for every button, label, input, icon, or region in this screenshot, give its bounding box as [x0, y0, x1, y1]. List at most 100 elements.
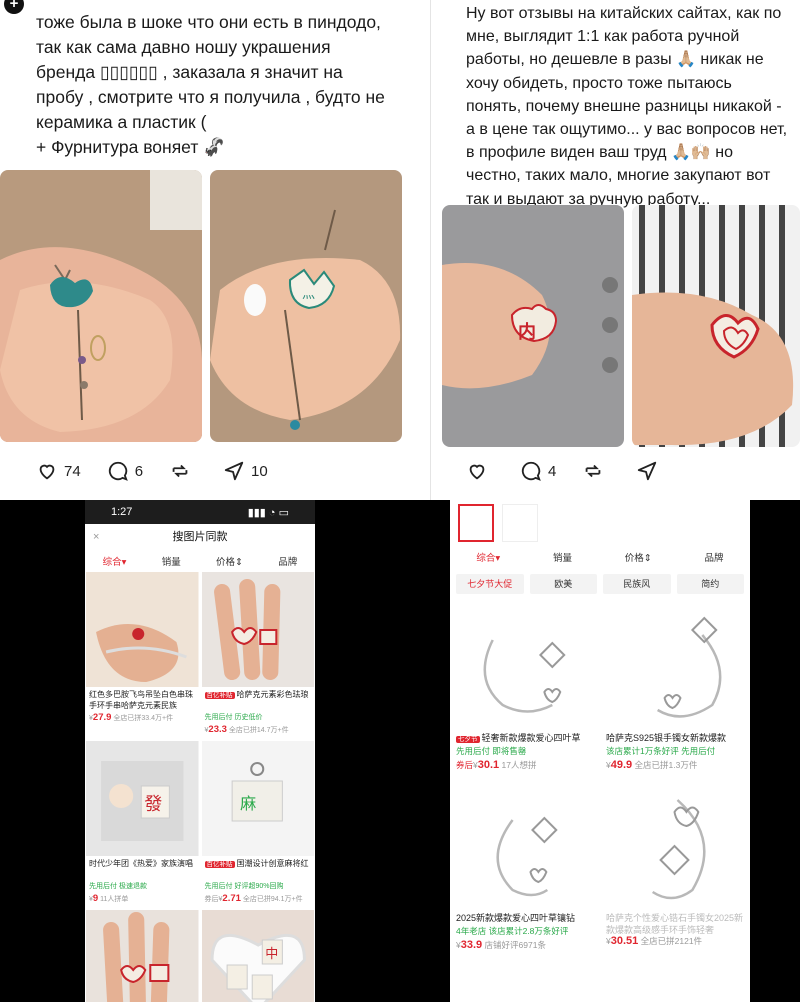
review-photo-ring-hand[interactable]: 内: [442, 205, 624, 447]
product-title-wrap: 百亿补贴 国潮设计创意麻将红: [202, 856, 315, 880]
product-card[interactable]: 红色多巴胺飞鸟吊坠白色串珠手环手串哈萨克元素民族 ¥27.9 全店已拼33.4万…: [86, 572, 199, 738]
product-price: 券后¥30.1 17人想拼: [456, 759, 537, 771]
product-image: [201, 572, 314, 687]
post-line: бренда ▯▯▯▯▯▯ , заказала я значит на: [36, 62, 343, 82]
sort-tabs: 综合▾ 销量 价格⇕ 品牌: [450, 546, 750, 568]
product-title: 国潮设计创意麻将红: [236, 859, 309, 868]
like-button[interactable]: 74: [36, 460, 81, 482]
post-line: пробу , смотрите что я получила , будто …: [36, 87, 385, 107]
product-card[interactable]: [86, 910, 199, 1002]
tab-brand[interactable]: 品牌: [705, 550, 724, 564]
hand-pendant-photo[interactable]: [0, 170, 202, 442]
comment-count: 6: [134, 462, 144, 480]
search-thumb-selected[interactable]: [458, 504, 494, 542]
tab-comprehensive[interactable]: 综合▾: [476, 550, 500, 564]
post-line: хочу обидеть, просто тоже пытаюсь: [466, 74, 732, 92]
product-image: 麻: [201, 741, 314, 856]
sheet-title: 搜图片同款: [172, 531, 228, 543]
status-bar: 1:27 ▮▮▮ ◔ ▭: [85, 500, 315, 524]
product-image: [86, 572, 199, 687]
left-post-actions: 74 6 10: [36, 460, 294, 482]
post-line: Ну вот отзывы на китайских сайтах, как п…: [466, 5, 782, 22]
left-post-panel: + тоже была в шоке что они есть в пиндод…: [0, 0, 430, 500]
product-card[interactable]: 發 时代少年团《热爱》家族演唱 先用后付 极速退款 ¥9 11人拼单: [86, 741, 199, 907]
product-image: [453, 780, 597, 910]
sheet-header: × 搜图片同款: [85, 524, 315, 550]
share-count: 10: [251, 462, 268, 480]
repost-button[interactable]: [169, 460, 197, 482]
like-button[interactable]: [466, 460, 494, 482]
signal-wifi-battery-icon: ▮▮▮ ◔ ▭: [247, 506, 289, 519]
sold-count: 全店已拼94.1万+件: [242, 896, 303, 903]
svg-text:麻: 麻: [240, 794, 256, 813]
svg-text:發: 發: [144, 794, 162, 815]
price-value: 27.9: [92, 712, 112, 723]
product-card[interactable]: 哈萨克个性爱心锆石手镯女2025新款爆款高级感手环手饰轻奢 ¥30.51 全店已…: [603, 780, 747, 954]
hot-badge: 百亿补贴: [204, 692, 235, 699]
repost-button[interactable]: [582, 460, 610, 482]
repost-icon: [586, 464, 601, 478]
price-value: 30.51: [610, 935, 639, 947]
tab-price[interactable]: 价格⇕: [625, 550, 652, 564]
sold-count: 全店已拼2121件: [640, 936, 703, 946]
chip-western[interactable]: 欧美: [529, 574, 597, 594]
post-line: + Фурнитура воняет 🦨: [36, 137, 225, 157]
product-image: [603, 780, 747, 910]
close-button[interactable]: ×: [93, 524, 99, 550]
sold-count: 全店已拼1.3万件: [634, 760, 698, 770]
post-line: в профиле виден ваш труд 🙏🏼🙌🏼 но: [466, 144, 733, 162]
product-tags: 4年老店 该店累计2.8万条好评: [456, 926, 569, 936]
chip-simple[interactable]: 简约: [676, 574, 744, 594]
product-card[interactable]: 2025新款爆款爱心四叶草镶钻 4年老店 该店累计2.8万条好评 ¥33.9 店…: [453, 780, 597, 954]
share-button[interactable]: 10: [223, 460, 268, 482]
product-card[interactable]: 麻 百亿补贴 国潮设计创意麻将红 先用后付 好评超90%回购 券后¥2.71 全店…: [201, 741, 315, 907]
price-value: 30.1: [477, 759, 500, 771]
product-card[interactable]: 哈萨克S925银手镯女新款爆款 该店累计1万条好评 先用后付 ¥49.9 全店已…: [603, 600, 747, 774]
price-value: 33.9: [460, 939, 483, 951]
right-shopping-app: 综合▾ 销量 价格⇕ 品牌 七夕节大促 欧美 民族风 简约 七夕节 轻奢新款爆款爱…: [450, 500, 750, 1002]
comment-button[interactable]: 6: [107, 460, 143, 482]
product-title: 红色多巴胺飞鸟吊坠白色串珠手环手串哈萨克元素民族: [89, 690, 193, 710]
hot-badge: 七夕节: [456, 736, 480, 743]
tab-sales[interactable]: 销量: [162, 554, 181, 568]
product-price: ¥33.9 店铺好评6971条: [456, 939, 546, 951]
post-line: честно, таких мало, многие закупают вот: [466, 167, 771, 185]
send-icon: [224, 461, 244, 481]
review-photo-heart-ring[interactable]: [632, 205, 800, 447]
product-card[interactable]: 百亿补贴 哈萨克元素彩色珐琅 先用后付 历史低价 ¥23.3 全店已拼14.7万+…: [201, 572, 315, 738]
search-thumb[interactable]: [502, 504, 538, 542]
right-post-text: Ну вот отзывы на китайских сайтах, как п…: [466, 2, 796, 211]
chip-ethnic[interactable]: 民族风: [603, 574, 671, 594]
sold-count: 全店已拼14.7万+件: [228, 727, 289, 734]
svg-text:灬: 灬: [302, 287, 315, 302]
post-line: работы, но дешевле в разы 🙏🏼 никак не: [466, 51, 764, 69]
chip-qixi-promo[interactable]: 七夕节大促: [456, 574, 524, 594]
product-title: 轻奢新款爆款爱心四叶草: [481, 733, 581, 743]
share-button[interactable]: [636, 460, 664, 482]
comment-icon: [521, 461, 541, 481]
product-image: 發: [86, 741, 199, 856]
product-title-wrap: 百亿补贴 哈萨克元素彩色珐琅: [202, 687, 315, 711]
product-card[interactable]: 七夕节 轻奢新款爆款爱心四叶草 先用后付 即将售罄 券后¥30.1 17人想拼: [453, 600, 597, 774]
product-tags: 该店累计1万条好评 先用后付: [606, 746, 716, 756]
product-title: 时代少年团《热爱》家族演唱: [89, 859, 193, 868]
send-icon: [638, 461, 657, 481]
sort-tabs: 综合▾ 销量 价格⇕ 品牌: [85, 550, 315, 572]
tab-brand[interactable]: 品牌: [278, 554, 297, 568]
product-card[interactable]: 中: [201, 910, 314, 1002]
hand-charm-photo[interactable]: 灬: [210, 170, 402, 442]
right-post-panel: Ну вот отзывы на китайских сайтах, как п…: [436, 0, 800, 500]
post-line: мне, выглядит 1:1 как работа ручной: [466, 28, 740, 46]
product-tags: 先用后付 好评超90%回购: [204, 883, 284, 890]
tab-price[interactable]: 价格⇕: [216, 554, 243, 568]
tab-sales[interactable]: 销量: [553, 550, 572, 564]
right-post-actions: 4: [466, 460, 690, 482]
comment-button[interactable]: 4: [520, 460, 556, 482]
svg-text:中: 中: [265, 947, 278, 962]
left-shopping-app: 1:27 ▮▮▮ ◔ ▭ × 搜图片同款 综合▾ 销量 价格⇕ 品牌 红色多巴胺…: [85, 500, 315, 1002]
product-price: ¥23.3 全店已拼14.7万+件: [204, 724, 289, 735]
plus-icon[interactable]: +: [4, 0, 24, 14]
filter-chips: 七夕节大促 欧美 民族风 简约: [450, 568, 750, 600]
tab-comprehensive[interactable]: 综合▾: [103, 554, 127, 568]
like-count: 74: [64, 462, 81, 480]
